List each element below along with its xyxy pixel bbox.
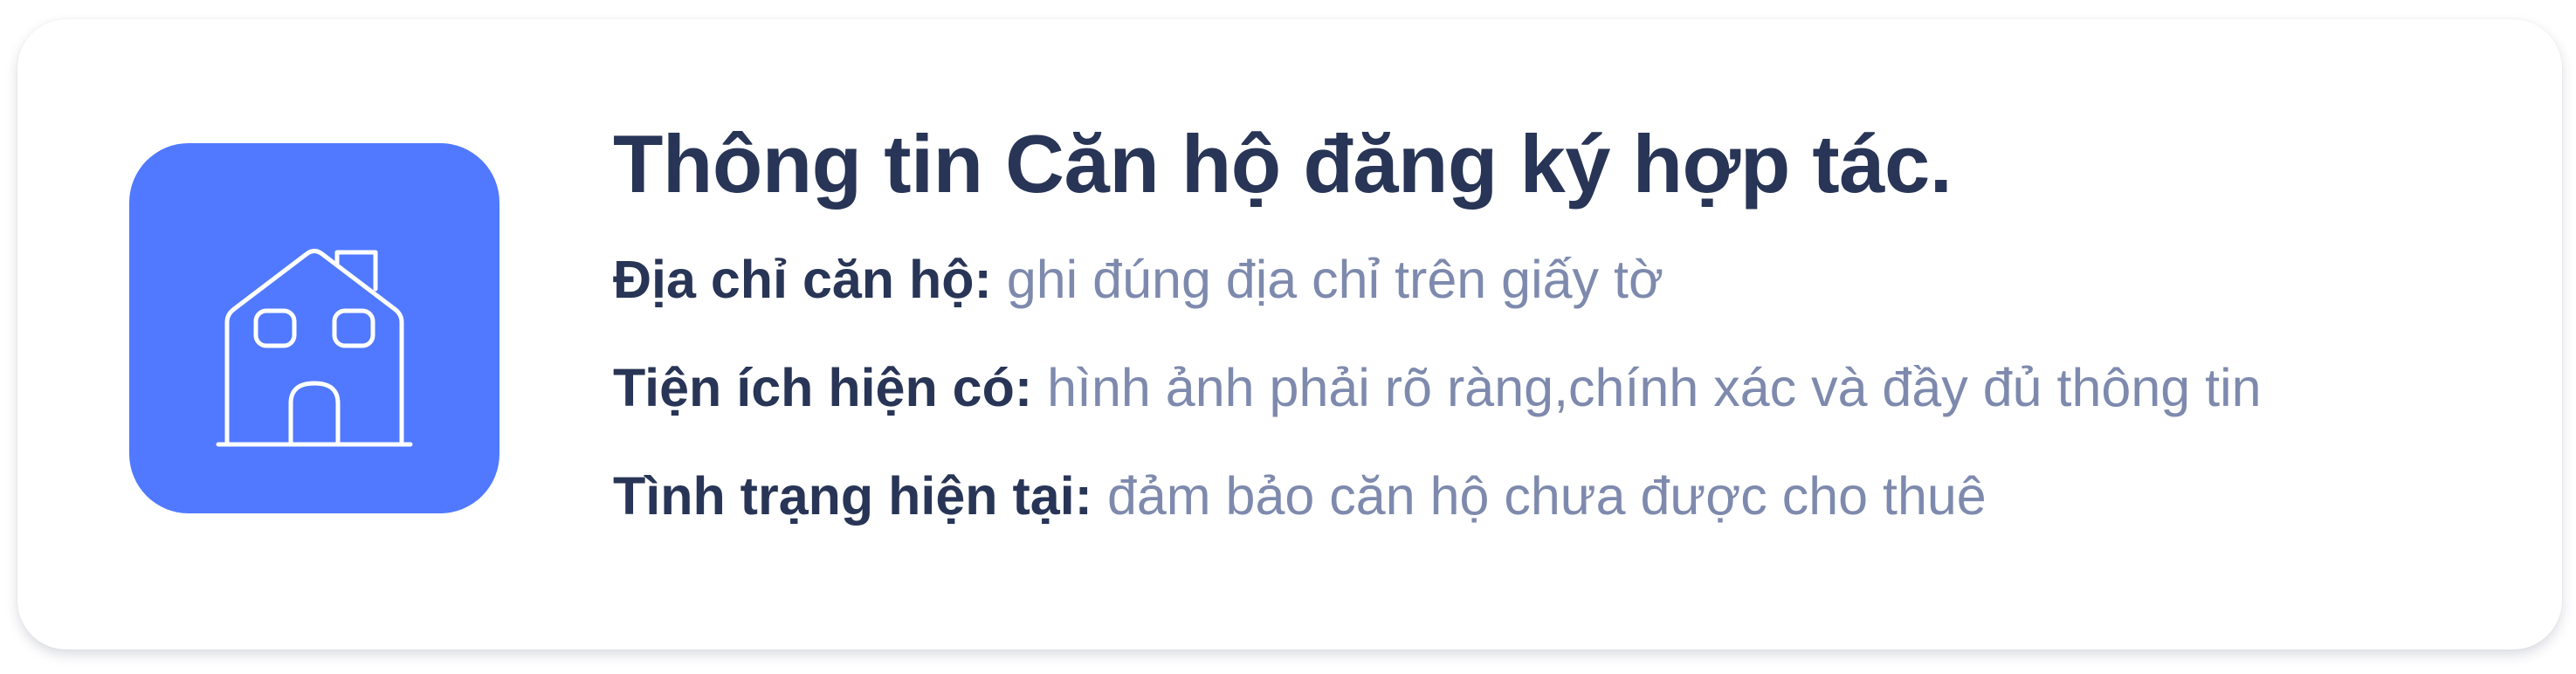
info-row-address: Địa chỉ căn hộ: ghi đúng địa chỉ trên gi… [613,225,2517,334]
amenities-label: Tiện ích hiện có: [613,358,1033,417]
house-icon [216,249,413,447]
amenities-value: hình ảnh phải rõ ràng,chính xác và đầy đ… [1047,358,2262,417]
content: Thông tin Căn hộ đăng ký hợp tác. Địa ch… [613,107,2517,550]
info-row-status: Tình trạng hiện tại: đảm bảo căn hộ chưa… [613,442,2517,550]
status-label: Tình trạng hiện tại: [613,466,1092,526]
info-card: Thông tin Căn hộ đăng ký hợp tác. Địa ch… [17,19,2562,650]
status-value: đảm bảo căn hộ chưa được cho thuê [1106,466,1987,526]
address-label: Địa chỉ căn hộ: [613,250,992,309]
info-row-amenities: Tiện ích hiện có: hình ảnh phải rõ ràng,… [613,334,2517,442]
card-title: Thông tin Căn hộ đăng ký hợp tác. [613,118,1953,210]
address-value: ghi đúng địa chỉ trên giấy tờ [1006,250,1663,309]
page: Thông tin Căn hộ đăng ký hợp tác. Địa ch… [0,0,2576,674]
icon-tile [129,143,499,513]
